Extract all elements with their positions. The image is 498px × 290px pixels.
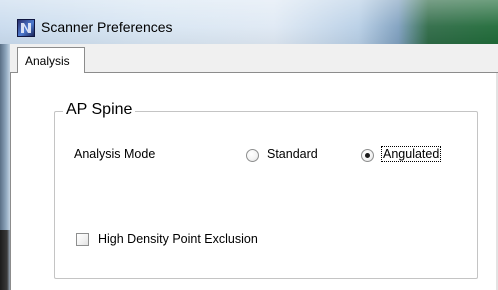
tab-analysis[interactable]: Analysis (17, 47, 85, 73)
angulated-radio-label[interactable]: Angulated (380, 146, 442, 162)
standard-radio[interactable] (246, 149, 259, 162)
standard-radio-label[interactable]: Standard (267, 147, 318, 161)
ap-spine-groupbox (54, 111, 478, 279)
tab-analysis-label: Analysis (25, 54, 70, 68)
scanner-app-icon[interactable] (17, 19, 35, 37)
high-density-point-exclusion-checkbox[interactable] (76, 233, 89, 246)
window-frame-left-shadow (0, 230, 10, 290)
angulated-radio-selected-dot (365, 153, 370, 158)
analysis-mode-label: Analysis Mode (74, 147, 156, 161)
preferences-window: Scanner Preferences Analysis AP Spine An… (0, 0, 498, 290)
angulated-radio[interactable] (361, 149, 374, 162)
window-title: Scanner Preferences (41, 19, 173, 35)
ap-spine-groupbox-title: AP Spine (63, 101, 136, 119)
high-density-point-exclusion-label[interactable]: High Density Point Exclusion (98, 232, 258, 246)
